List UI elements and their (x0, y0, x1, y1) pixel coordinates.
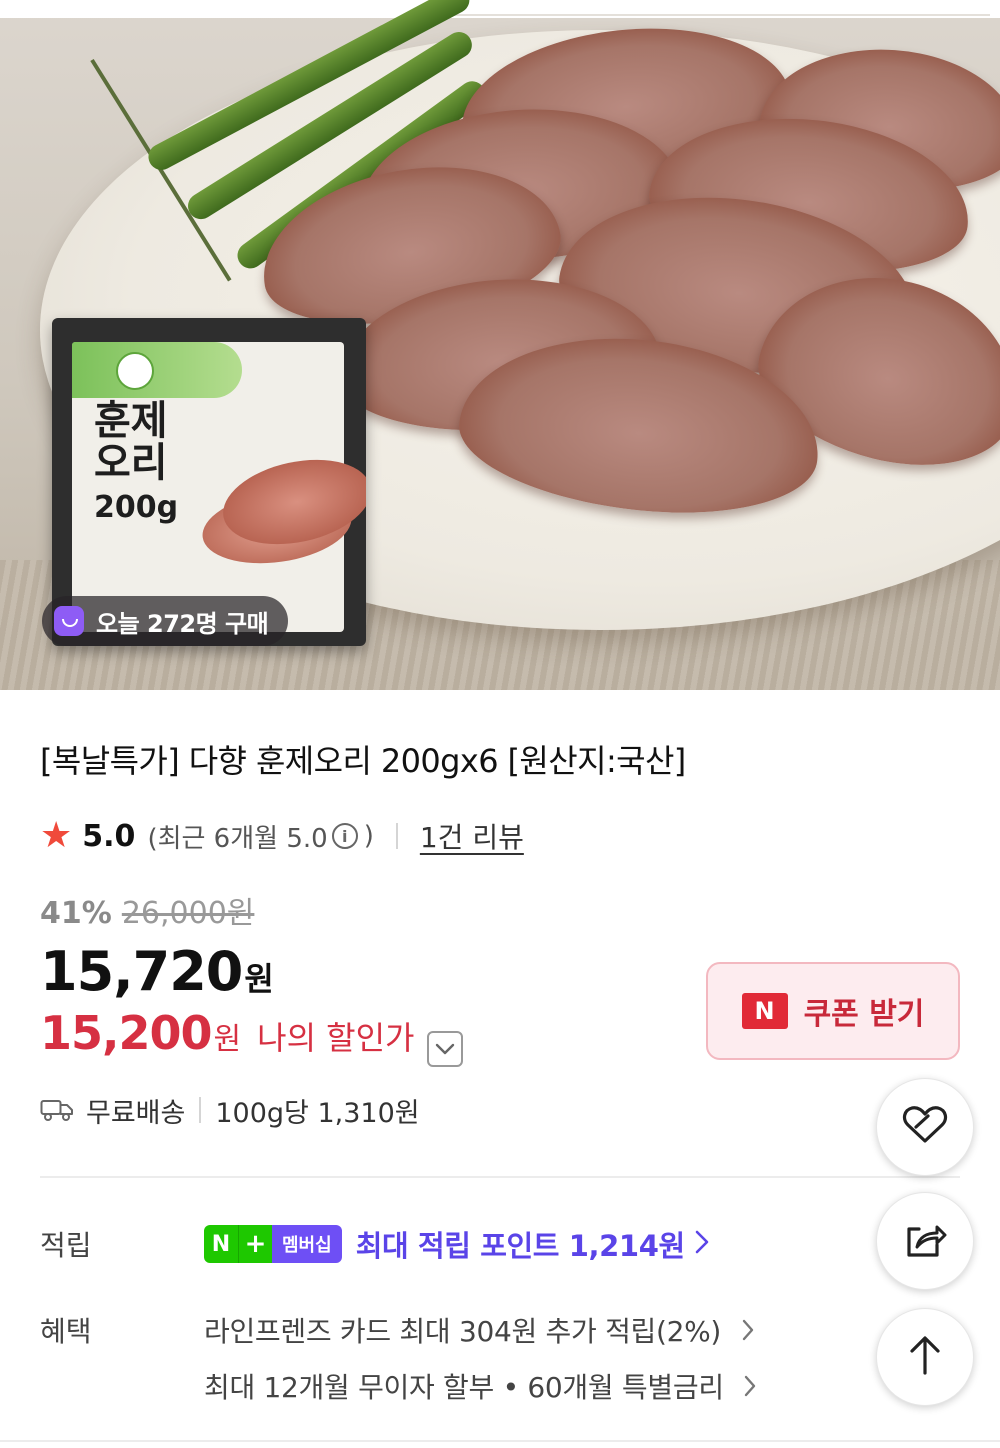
points-row[interactable]: 적립 N + 멤버십 최대 적립 포인트 1,214원 (40, 1222, 940, 1266)
bottom-divider (0, 1440, 1000, 1442)
membership-label: 멤버십 (272, 1225, 342, 1263)
scroll-top-button[interactable] (876, 1308, 974, 1406)
divider (395, 823, 398, 849)
share-button[interactable] (876, 1192, 974, 1290)
section-divider (40, 1176, 960, 1178)
brand-logo-icon (116, 352, 154, 390)
my-discount-price-unit: 원 (213, 1022, 242, 1057)
plus-icon: + (238, 1225, 272, 1263)
chevron-right-icon (742, 1315, 754, 1348)
package-name: 훈제 오리 (94, 398, 168, 486)
naver-n-icon: N (204, 1225, 238, 1263)
max-points-text: 최대 적립 포인트 1,214원 (355, 1229, 685, 1263)
chevron-right-icon (744, 1371, 756, 1404)
review-link[interactable]: 1건 리뷰 (420, 816, 524, 856)
share-icon (903, 1219, 947, 1263)
top-edge (0, 0, 1000, 18)
sale-price: 15,720 (40, 940, 243, 1003)
today-purchase-text: 오늘 272명 구매 (96, 609, 269, 638)
rating-recent-close: ) (363, 821, 374, 851)
benefit-installment[interactable]: 최대 12개월 무이자 할부 • 60개월 특별금리 (204, 1366, 756, 1406)
rating-score: 5.0 (82, 818, 136, 854)
my-discount-price-row[interactable]: 15,200 원 나의 할인가 (40, 1006, 463, 1067)
benefit-card-points[interactable]: 라인프렌즈 카드 최대 304원 추가 적립(2%) (204, 1310, 754, 1350)
naver-plus-membership-badge: N + 멤버십 (204, 1225, 342, 1263)
original-price-row: 41% 26,000원 (40, 888, 254, 932)
package-label: 훈제 오리 200g (72, 342, 366, 632)
benefits-label: 혜택 (40, 1315, 92, 1348)
my-discount-price: 15,200 (40, 1006, 213, 1060)
benefit-text: 라인프렌즈 카드 최대 304원 추가 적립(2%) (204, 1315, 722, 1348)
truck-icon (40, 1098, 74, 1122)
package-brand-band (72, 342, 242, 398)
discount-rate: 41% (40, 896, 112, 931)
heart-icon (902, 1105, 948, 1149)
original-price: 26,000원 (121, 896, 255, 931)
my-discount-label: 나의 할인가 (257, 1019, 415, 1057)
divider (199, 1097, 202, 1123)
arrow-up-icon (908, 1335, 942, 1379)
chevron-right-icon (695, 1227, 709, 1262)
wishlist-button[interactable] (876, 1078, 974, 1176)
sale-price-unit: 원 (244, 960, 274, 998)
coupon-button[interactable]: N 쿠폰 받기 (706, 962, 960, 1060)
benefit-text: 최대 12개월 무이자 할부 • 60개월 특별금리 (204, 1371, 724, 1404)
naver-n-icon: N (741, 993, 788, 1029)
unit-price: 100g당 1,310원 (215, 1097, 420, 1129)
coupon-label: 쿠폰 받기 (803, 997, 925, 1032)
shipping-row: 무료배송 100g당 1,310원 (40, 1090, 420, 1130)
info-icon[interactable]: i (331, 823, 358, 849)
today-purchase-badge: 오늘 272명 구매 (42, 596, 289, 646)
rating-row: ★ 5.0 (최근 6개월 5.0 i ) 1건 리뷰 (40, 816, 524, 856)
package-weight: 200g (94, 490, 179, 525)
points-label: 적립 (40, 1229, 92, 1262)
shipping-label: 무료배송 (86, 1097, 186, 1129)
star-icon: ★ (40, 815, 73, 856)
chevron-down-icon[interactable] (426, 1031, 463, 1067)
rating-recent: (최근 6개월 5.0 (147, 823, 328, 854)
sale-price-row: 15,720 원 (40, 940, 274, 1003)
product-image[interactable]: 훈제 오리 200g 오늘 272명 구매 (0, 0, 1000, 690)
shopping-bag-icon (54, 606, 84, 636)
product-title: [복날특가] 다향 훈제오리 200gx6 [원산지:국산] (40, 742, 686, 780)
